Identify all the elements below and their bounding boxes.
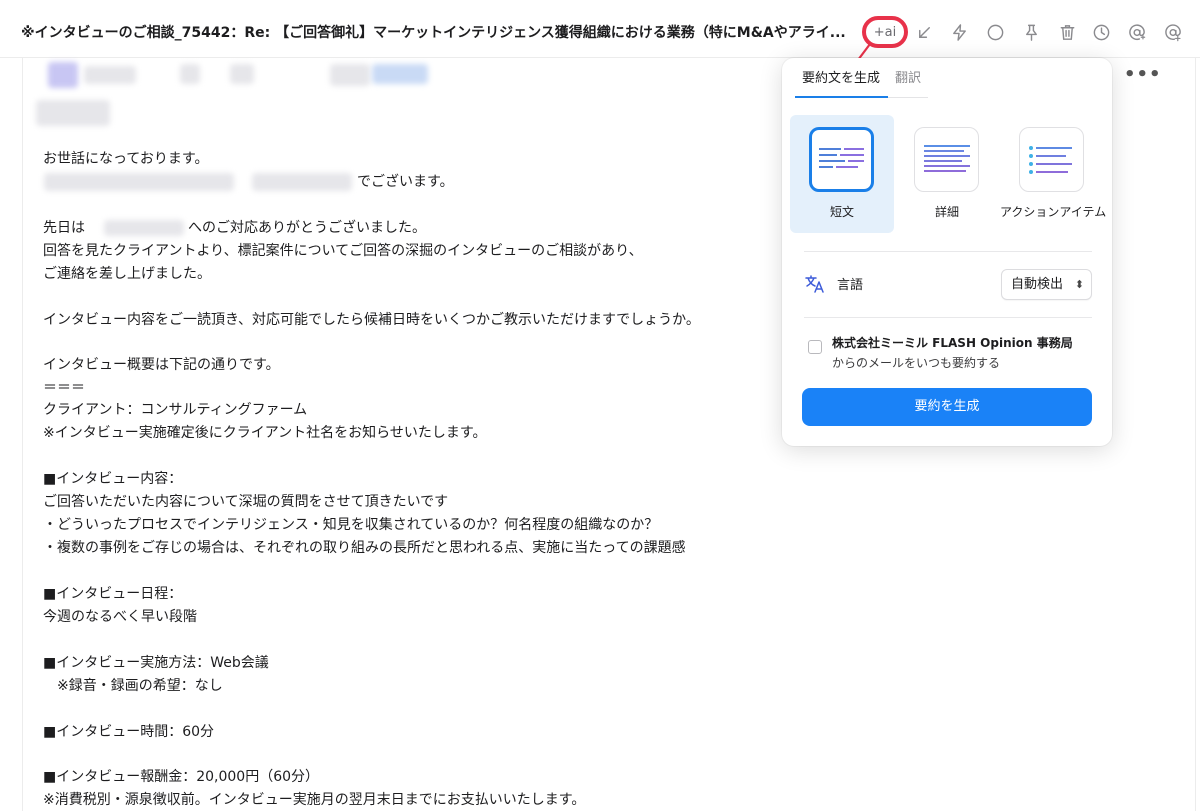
body-line: ■インタビュー内容： <box>43 471 183 487</box>
language-value: 自動検出 <box>1011 277 1064 292</box>
style-option-short[interactable]: 短文 <box>790 115 894 233</box>
sender-avatar <box>48 62 78 88</box>
detailed-summary-icon <box>914 127 979 192</box>
at-add-icon[interactable] <box>1160 18 1186 46</box>
action-items-icon <box>1019 127 1084 192</box>
recipient-redacted <box>36 100 110 126</box>
body-line: でございます。 <box>357 174 454 190</box>
body-line: ・どういったプロセスでインテリジェンス・知見を収集されているのか？何名程度の組織… <box>43 517 659 533</box>
chevron-updown-icon: ⬍ <box>1074 278 1084 291</box>
style-label-action-items: アクションアイテム <box>1000 205 1107 219</box>
trash-icon[interactable] <box>1054 18 1080 46</box>
body-line: ※消費税別・源泉徴収前。インタビュー実施月の翌月末日までにお支払いいたします。 <box>43 792 586 808</box>
body-line: ■インタビュー実施方法：Web会議 <box>43 655 269 671</box>
bolt-icon[interactable] <box>946 18 972 46</box>
divider <box>804 317 1092 318</box>
always-summarize-label: からのメールをいつも要約する <box>832 356 1001 370</box>
body-line: ご連絡を差し上げました。 <box>43 266 211 282</box>
body-line: インタビュー概要は下記の通りです。 <box>43 357 280 373</box>
tab-generate-summary[interactable]: 要約文を生成 <box>802 68 880 90</box>
body-line: お世話になっております。 <box>43 151 209 167</box>
body-line: ＝＝＝ <box>43 380 85 396</box>
redacted-field <box>330 64 370 86</box>
generate-summary-button[interactable]: 要約を生成 <box>802 388 1092 426</box>
active-tab-indicator <box>795 96 888 98</box>
redacted-icon <box>230 64 254 84</box>
body-line: ・複数の事例をご存じの場合は、それぞれの取り組みの長所だと思われる点、実施に当た… <box>43 540 686 556</box>
body-line: クライアント：コンサルティングファーム <box>43 402 308 418</box>
short-summary-icon <box>809 127 874 192</box>
more-options-button[interactable]: ••• <box>1124 64 1162 85</box>
language-select[interactable]: 自動検出 ⬍ <box>1001 269 1092 300</box>
ai-summary-popover: 要約文を生成 翻訳 短文 詳細 アクションアイテム 言語 自動検出 ⬍ 株式会社… <box>782 58 1112 446</box>
redacted-name <box>44 173 234 191</box>
tab-translate[interactable]: 翻訳 <box>895 68 921 90</box>
body-line: ※インタビュー実施確定後にクライアント社名をお知らせいたします。 <box>43 425 487 441</box>
always-summarize-checkbox[interactable] <box>808 340 822 354</box>
at-reply-icon[interactable] <box>1124 18 1150 46</box>
sender-name-redacted <box>84 66 136 84</box>
body-line: 先日は <box>43 220 85 236</box>
body-line: ご回答いただいた内容について深堀の質問をさせて頂きたいです <box>43 494 449 510</box>
style-label-detailed: 詳細 <box>934 205 959 219</box>
collapse-arrow-icon[interactable] <box>911 18 937 46</box>
redacted-name <box>104 220 184 236</box>
tab-divider <box>888 97 928 98</box>
sender-name: 株式会社ミーミル FLASH Opinion 事務局 <box>832 336 1073 350</box>
body-line: 回答を見たクライアントより、標記案件についてご回答の深掘のインタビューのご相談が… <box>43 243 643 259</box>
body-line: ※録音・録画の希望：なし <box>43 678 223 694</box>
style-label-short: 短文 <box>829 205 854 219</box>
style-option-detailed[interactable]: 詳細 <box>895 115 999 233</box>
language-label: 言語 <box>837 278 864 293</box>
body-line: インタビュー内容をご一読頂き、対応可能でしたら候補日時をいくつかご教示いただけま… <box>43 312 700 328</box>
clock-icon[interactable] <box>1088 18 1114 46</box>
body-line: ■インタビュー報酬金：20,000円（60分） <box>43 769 320 785</box>
divider <box>804 251 1092 252</box>
redacted-name <box>252 173 352 191</box>
circle-icon[interactable] <box>982 18 1008 46</box>
redacted-icon <box>180 64 200 84</box>
pin-icon[interactable] <box>1018 18 1044 46</box>
translate-icon <box>805 275 824 293</box>
style-option-action-items[interactable]: アクションアイテム <box>1000 115 1107 233</box>
email-subject: ※インタビューのご相談_75442：Re: 【ご回答御礼】マーケットインテリジェ… <box>21 25 846 41</box>
body-line: ■インタビュー時間：60分 <box>43 724 215 740</box>
subject-bar: ※インタビューのご相談_75442：Re: 【ご回答御礼】マーケットインテリジェ… <box>0 0 1200 58</box>
body-line: 今週のなるべく早い段階 <box>43 609 197 625</box>
body-line: へのご対応ありがとうございました。 <box>188 220 426 236</box>
body-line: ■インタビュー日程： <box>43 586 183 602</box>
redacted-link <box>372 64 428 84</box>
